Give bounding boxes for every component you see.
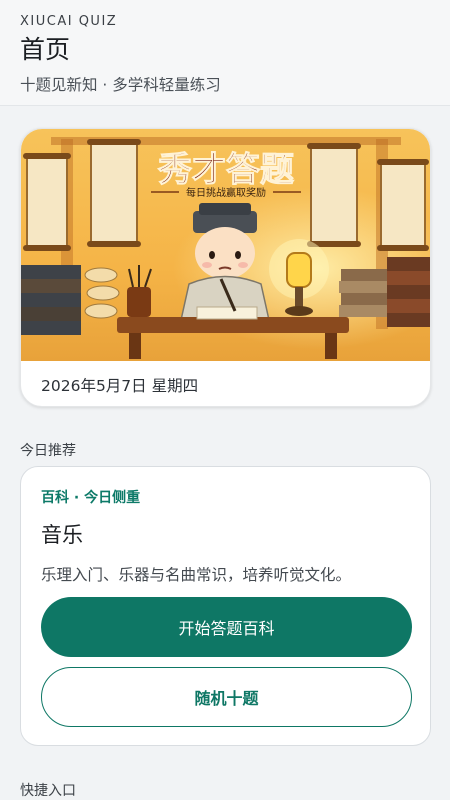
current-date: 2026年5月7日 星期四 (41, 377, 199, 395)
recommendation-card: 百科 · 今日侧重 音乐 乐理入门、乐器与名曲常识，培养听觉文化。 开始答题百科… (20, 466, 431, 746)
random-ten-button[interactable]: 随机十题 (41, 667, 412, 727)
section-label-quick: 快捷入口 (20, 783, 76, 799)
recommendation-tag: 百科 · 今日侧重 (41, 490, 141, 506)
recommendation-title: 音乐 (41, 523, 83, 547)
page-subtitle: 十题见新知 · 多学科轻量练习 (20, 76, 221, 94)
banner-illustration: 秀才答题 每日挑战赢取奖励 (21, 129, 430, 361)
recommendation-description: 乐理入门、乐器与名曲常识，培养听觉文化。 (41, 566, 352, 584)
hero-card[interactable]: 秀才答题 每日挑战赢取奖励 2026年5月7日 星期四 (20, 128, 431, 407)
section-label-today: 今日推荐 (20, 443, 76, 459)
page-title: 首页 (20, 35, 71, 64)
app-name: XIUCAI QUIZ (20, 14, 118, 29)
banner-title: 秀才答题 (157, 150, 294, 190)
page-header: XIUCAI QUIZ 首页 十题见新知 · 多学科轻量练习 (0, 0, 450, 106)
start-quiz-button[interactable]: 开始答题百科 (41, 597, 412, 657)
banner-tagline: 每日挑战赢取奖励 (186, 186, 266, 199)
